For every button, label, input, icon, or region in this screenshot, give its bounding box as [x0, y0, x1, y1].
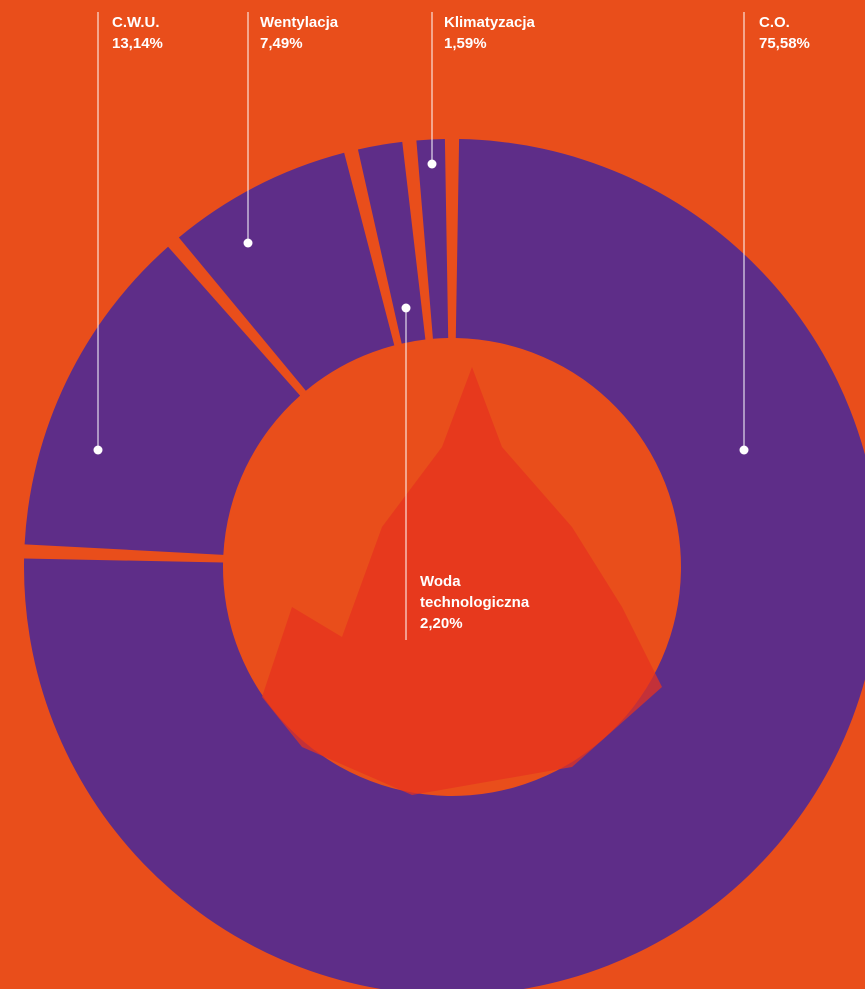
label-wentylacja: Wentylacja 7,49%: [260, 12, 338, 54]
label-woda-value: 2,20%: [420, 615, 463, 632]
donut-chart: [24, 12, 865, 989]
label-co-value: 75,58%: [759, 35, 810, 52]
label-klimatyzacja: Klimatyzacja 1,59%: [444, 12, 535, 54]
label-klimatyzacja-name: Klimatyzacja: [444, 14, 535, 31]
leader-dot-co: [739, 445, 749, 455]
leader-dot-klimatyzacja: [427, 159, 437, 169]
label-wentylacja-name: Wentylacja: [260, 14, 339, 31]
label-co: C.O. 75,58%: [759, 12, 810, 54]
label-cwu-value: 13,14%: [112, 35, 163, 52]
label-klimatyzacja-value: 1,59%: [444, 35, 487, 52]
label-cwu-name: C.W.U.: [112, 14, 160, 31]
label-co-name: C.O.: [759, 14, 790, 31]
label-woda-technologiczna: Woda technologiczna 2,20%: [420, 571, 560, 634]
donut-center: [224, 339, 680, 795]
chart-stage: C.W.U. 13,14% Wentylacja 7,49% Klimatyza…: [0, 0, 865, 989]
leader-dot-woda-technologiczna: [401, 303, 411, 313]
leader-dot-cwu: [93, 445, 103, 455]
label-woda-name: Woda technologiczna: [420, 573, 530, 611]
label-wentylacja-value: 7,49%: [260, 35, 303, 52]
leader-dot-wentylacja: [243, 238, 253, 248]
label-cwu: C.W.U. 13,14%: [112, 12, 163, 54]
